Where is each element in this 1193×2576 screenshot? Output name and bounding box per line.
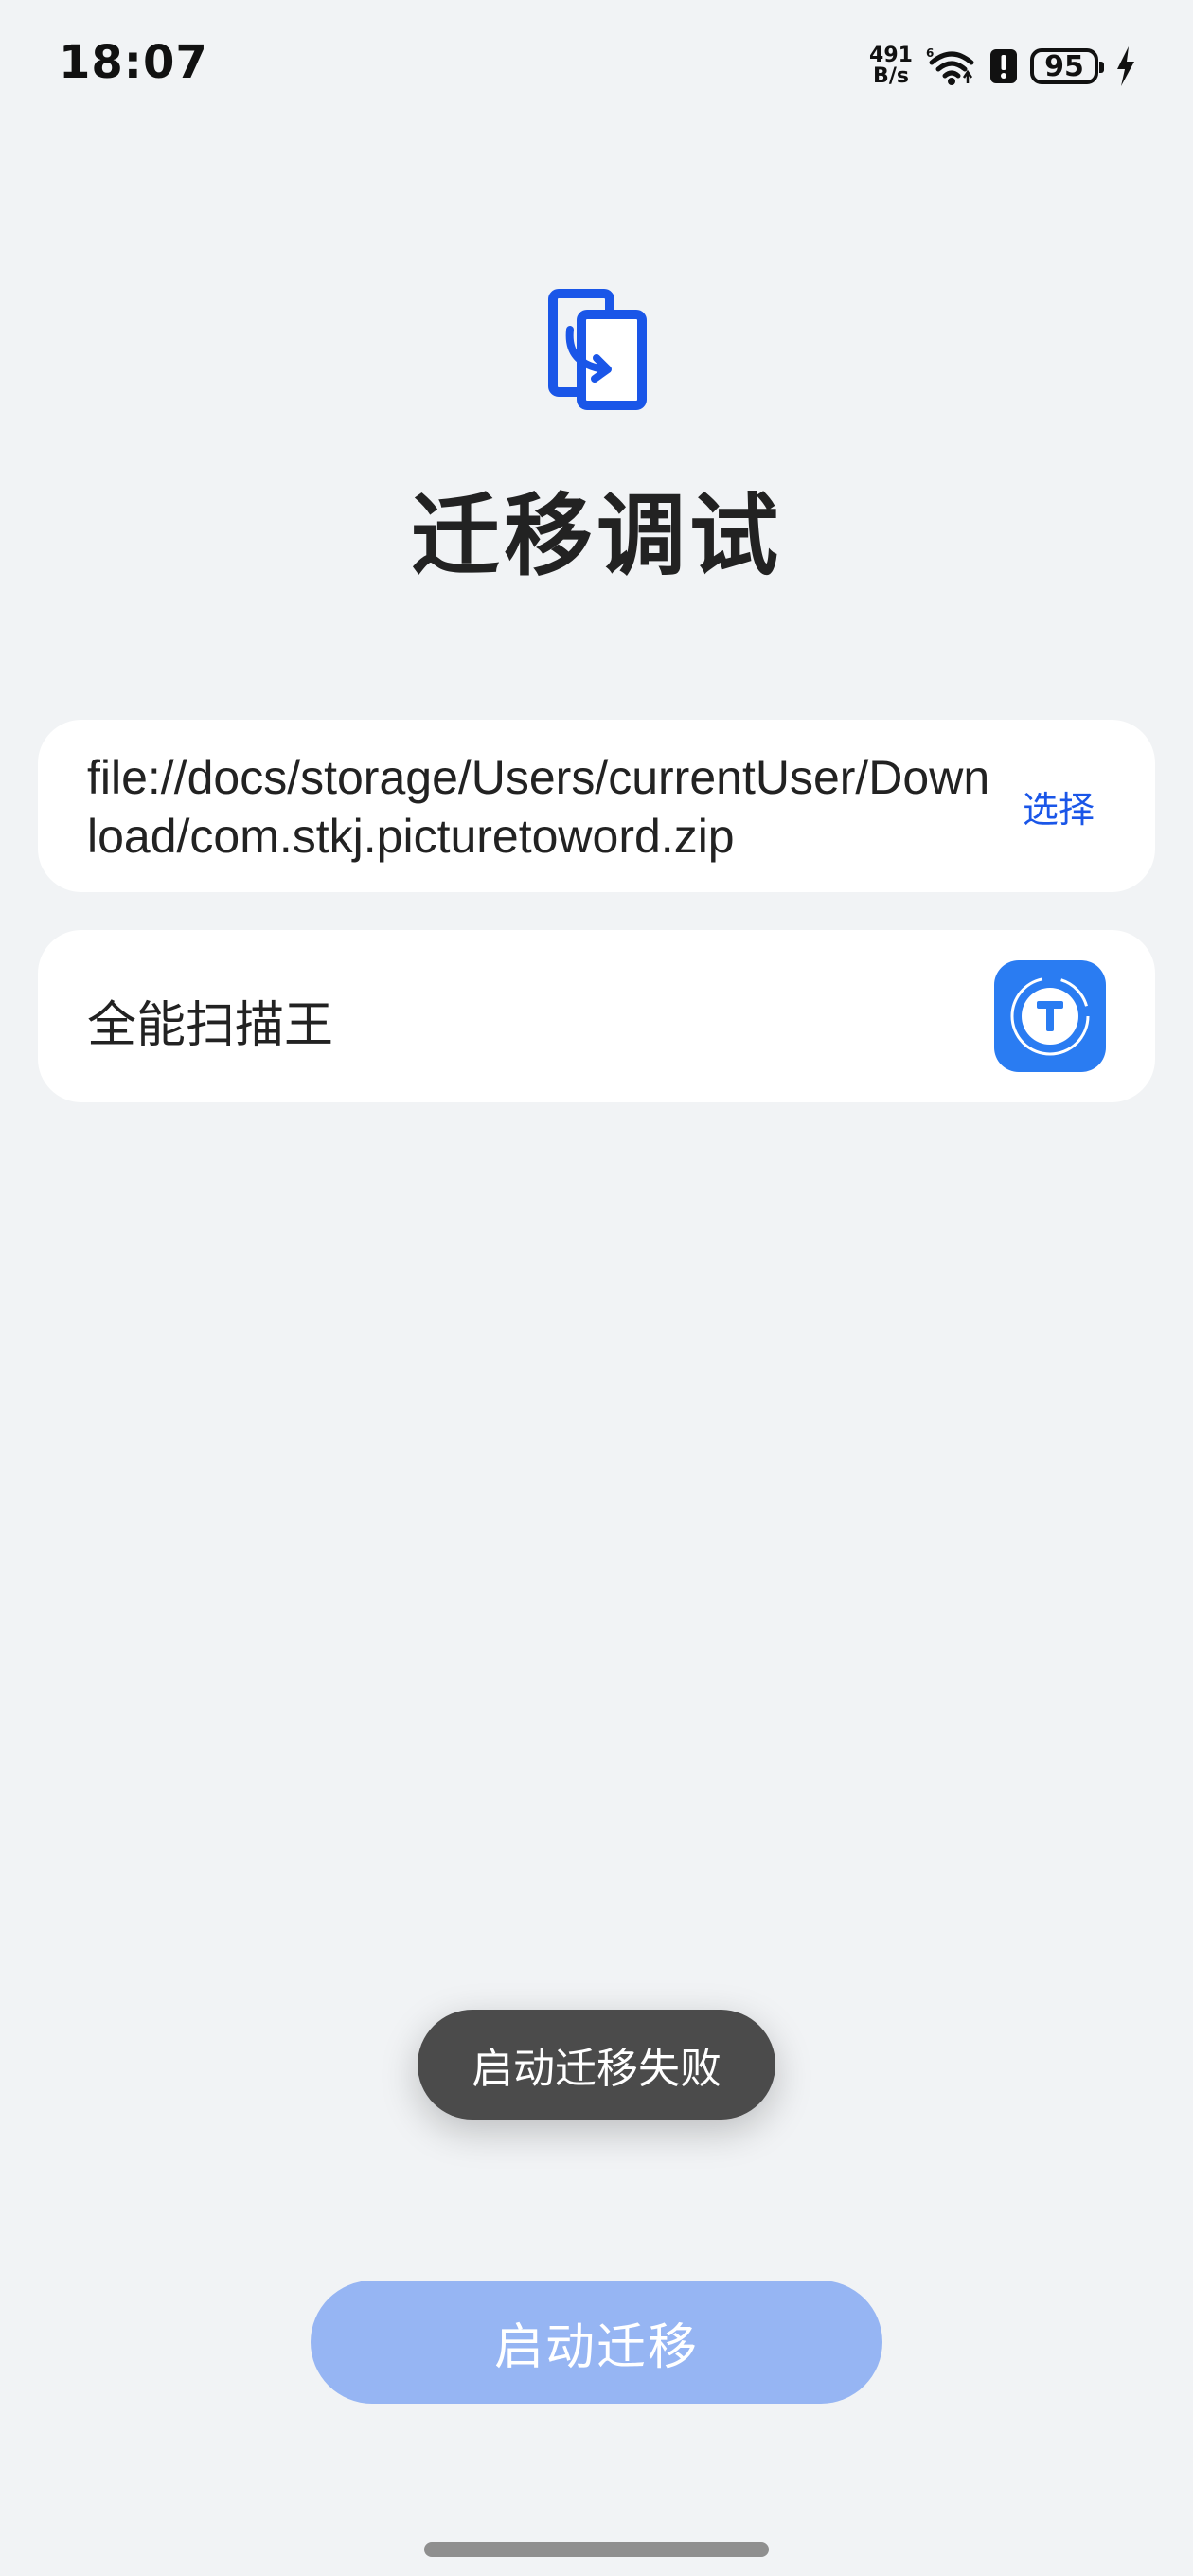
home-gesture-bar[interactable] xyxy=(424,2542,769,2557)
network-speed-value: 491 xyxy=(869,44,913,67)
wifi-icon: 6 xyxy=(926,45,977,87)
target-app-card[interactable]: 全能扫描王 xyxy=(38,930,1155,1102)
select-file-button[interactable]: 选择 xyxy=(1023,780,1095,832)
app-screen: 18:07 491 B/s 6 95 迁移调试 file://docs/stor… xyxy=(0,0,1193,2576)
alert-icon xyxy=(988,47,1019,85)
status-time: 18:07 xyxy=(59,36,208,89)
scanner-app-icon xyxy=(994,960,1106,1072)
toast-message: 启动迁移失败 xyxy=(472,2045,721,2093)
app-name: 全能扫描王 xyxy=(87,997,334,1054)
page-title: 迁移调试 xyxy=(410,485,782,588)
svg-text:6: 6 xyxy=(926,46,934,60)
file-path-card: file://docs/storage/Users/currentUser/Do… xyxy=(38,720,1155,892)
error-toast: 启动迁移失败 xyxy=(418,2010,775,2120)
start-migration-button[interactable]: 启动迁移 xyxy=(311,2281,882,2404)
network-speed: 491 B/s xyxy=(867,45,915,87)
status-icons: 491 B/s 6 95 xyxy=(867,42,1136,91)
migration-phone-icon xyxy=(547,288,648,411)
network-speed-unit: B/s xyxy=(873,64,909,88)
charging-bolt-icon xyxy=(1115,46,1136,86)
battery-indicator: 95 xyxy=(1030,48,1104,84)
file-path-text: file://docs/storage/Users/currentUser/Do… xyxy=(87,751,990,863)
battery-level: 95 xyxy=(1044,49,1084,83)
